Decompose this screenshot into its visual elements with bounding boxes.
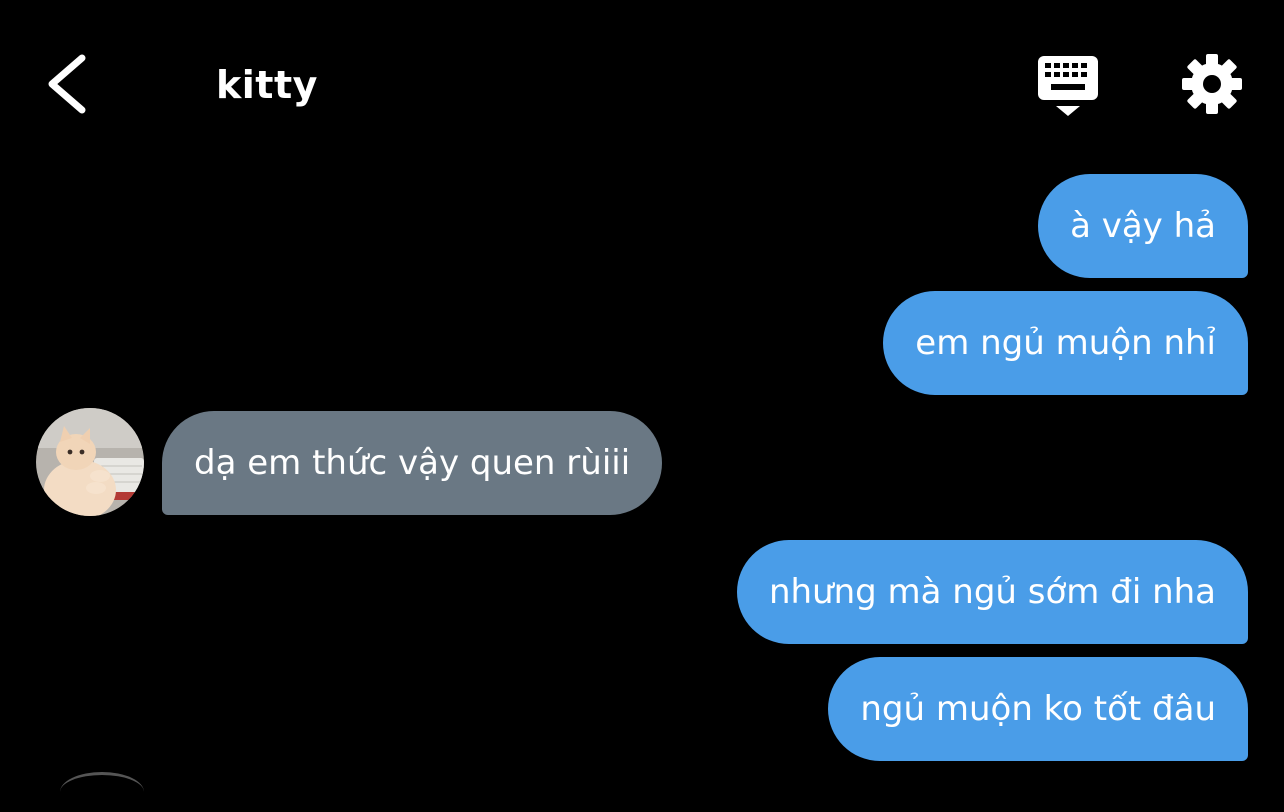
contact-avatar-partial (60, 772, 144, 812)
back-button[interactable] (38, 48, 102, 120)
message-bubble-outgoing[interactable]: nhưng mà ngủ sớm đi nha (736, 540, 1248, 644)
contact-name[interactable]: kitty (216, 62, 318, 108)
cat-avatar-image (36, 408, 144, 516)
message-text: nhưng mà ngủ sớm đi nha (768, 572, 1216, 612)
keyboard-button[interactable] (1034, 54, 1102, 120)
message-bubble-outgoing[interactable]: à vậy hả (1038, 174, 1248, 278)
message-bubble-outgoing[interactable]: em ngủ muộn nhỉ (883, 291, 1248, 395)
contact-avatar[interactable] (36, 408, 144, 516)
chat-header: kitty (0, 0, 1284, 160)
message-text: à vậy hả (1070, 206, 1216, 246)
message-text: ngủ muộn ko tốt đâu (860, 689, 1216, 729)
keyboard-icon (1038, 56, 1098, 116)
message-text: em ngủ muộn nhỉ (915, 323, 1216, 363)
chevron-left-icon (48, 54, 86, 114)
message-bubble-outgoing[interactable]: ngủ muộn ko tốt đâu (828, 657, 1248, 761)
gear-icon (1182, 54, 1242, 114)
message-bubble-incoming[interactable]: dạ em thức vậy quen rùiii (162, 411, 663, 515)
message-text: dạ em thức vậy quen rùiii (194, 443, 631, 483)
settings-button[interactable] (1180, 52, 1244, 116)
